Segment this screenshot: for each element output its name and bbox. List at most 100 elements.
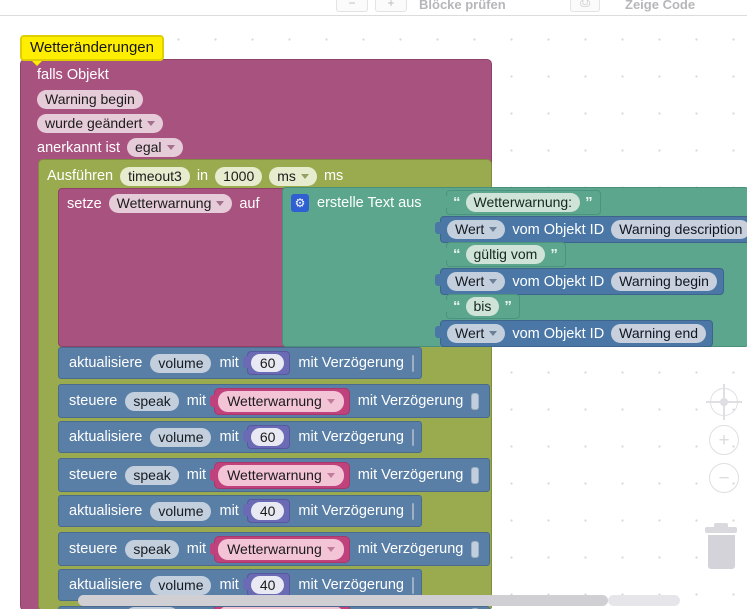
action-delay-checkbox-1[interactable] <box>471 392 479 410</box>
action-row-update-3[interactable]: aktualisiere volume mit 40 mit Verzögeru… <box>58 495 422 527</box>
action-target-1[interactable]: speak <box>125 391 179 411</box>
action-delay-checkbox-6[interactable] <box>412 576 414 594</box>
timeout-unit-value: ms <box>277 167 296 184</box>
action-target-0[interactable]: volume <box>150 353 212 373</box>
chevron-down-icon <box>166 145 175 150</box>
quote-open-icon: “ <box>453 298 461 315</box>
number-block-2[interactable]: 60 <box>242 425 291 449</box>
action-delay-checkbox-5[interactable] <box>471 540 479 558</box>
text-literal-block-1[interactable]: “ Wetterwarnung: ” <box>441 190 601 215</box>
object-value-selector-value-3: Wert <box>455 325 485 341</box>
timeout-name-field[interactable]: timeout3 <box>120 166 190 186</box>
assign-variable-dropdown[interactable]: Wetterwarnung <box>108 194 233 213</box>
quote-close-icon: ” <box>585 194 593 211</box>
action-delay-label-3: mit Verzögerung <box>357 467 464 483</box>
action-value-2[interactable]: 60 <box>250 428 285 446</box>
gear-icon[interactable]: ⚙ <box>291 194 309 212</box>
trigger-object-row[interactable]: Warning begin <box>37 90 143 109</box>
action-verb-3: steuere <box>69 467 118 483</box>
action-with-label-2: mit <box>219 429 239 445</box>
zoom-out-button[interactable]: − <box>709 463 739 493</box>
trigger-label: falls Objekt <box>37 67 109 83</box>
trigger-condition-dropdown[interactable]: wurde geändert <box>37 114 164 133</box>
check-blocks-button[interactable]: Blöcke prüfen <box>415 0 559 12</box>
text-literal-field-1[interactable]: Wetterwarnung: <box>465 193 581 212</box>
action-row-update-1[interactable]: aktualisiere volume mit 60 mit Verzögeru… <box>58 347 422 379</box>
action-variable-dropdown-5[interactable]: Wetterwarnung <box>218 538 344 560</box>
variable-block-1[interactable]: Wetterwarnung <box>210 387 350 415</box>
text-literal-field-2[interactable]: gültig vom <box>465 245 546 264</box>
action-target-5[interactable]: speak <box>125 539 179 559</box>
action-verb-2: aktualisiere <box>69 429 143 445</box>
horizontal-scrollbar[interactable] <box>0 592 747 609</box>
action-variable-dropdown-3[interactable]: Wetterwarnung <box>218 464 344 486</box>
object-id-field-1[interactable]: Warning description <box>611 220 747 239</box>
action-target-4[interactable]: volume <box>150 501 212 521</box>
trigger-object-id-field[interactable]: Warning begin <box>37 90 143 109</box>
block-notch <box>242 430 250 442</box>
action-row-control-3[interactable]: steuere speak mit Wetterwarnung mit Verz… <box>58 532 490 566</box>
text-literal-field-3[interactable]: bis <box>465 297 500 316</box>
quote-close-icon: ” <box>550 246 558 263</box>
recenter-button[interactable] <box>706 384 742 420</box>
trigger-ack-label: anerkannt ist <box>37 139 121 156</box>
text-literal-block-2[interactable]: “ gültig vom ” <box>441 242 566 267</box>
timeout-delay-field[interactable]: 1000 <box>215 166 263 186</box>
horizontal-scrollbar-thumb[interactable] <box>78 595 608 606</box>
workspace-controls: + − <box>706 384 742 501</box>
action-with-label-1: mit <box>186 393 207 409</box>
number-block-4[interactable]: 40 <box>242 499 291 523</box>
trash-lid-icon <box>705 523 737 533</box>
blockly-workspace[interactable]: falls Objekt Warning begin wurde geänder… <box>0 15 747 609</box>
object-id-field-3[interactable]: Warning end <box>611 324 707 343</box>
quote-open-icon: “ <box>453 246 461 263</box>
variable-block-5[interactable]: Wetterwarnung <box>210 535 350 563</box>
variable-block-3[interactable]: Wetterwarnung <box>210 461 350 489</box>
trash-button[interactable] <box>705 523 737 569</box>
action-row-control-2[interactable]: steuere speak mit Wetterwarnung mit Verz… <box>58 458 490 492</box>
number-block-0[interactable]: 60 <box>242 351 291 375</box>
action-with-label-4: mit <box>219 503 239 519</box>
zoom-in-button[interactable]: + <box>709 425 739 455</box>
action-row-update-2[interactable]: aktualisiere volume mit 60 mit Verzögeru… <box>58 421 422 453</box>
object-value-label-3: vom Objekt ID <box>512 325 605 342</box>
block-notch <box>435 274 442 286</box>
action-delay-checkbox-3[interactable] <box>471 466 479 484</box>
zoom-out-toolbar-button[interactable]: − <box>336 0 368 12</box>
object-value-block-3[interactable]: Wert vom Objekt ID Warning end <box>435 320 714 347</box>
object-value-selector-2[interactable]: Wert <box>447 272 506 291</box>
chevron-down-icon <box>300 173 309 179</box>
trigger-ack-row[interactable]: anerkannt ist egal <box>37 138 183 157</box>
object-value-block-1[interactable]: Wert vom Objekt ID Warning description <box>435 216 747 243</box>
block-name-tag[interactable]: Wetteränderungen <box>20 35 164 61</box>
zoom-in-toolbar-button[interactable]: + <box>375 0 407 12</box>
timeout-unit-dropdown[interactable]: ms <box>269 166 317 186</box>
chevron-down-icon <box>489 227 498 232</box>
object-value-selector-1[interactable]: Wert <box>447 220 506 239</box>
action-value-0[interactable]: 60 <box>250 354 285 372</box>
chevron-down-icon <box>489 331 498 336</box>
timeout-header: Ausführen timeout3 in 1000 ms ms <box>47 165 343 187</box>
text-literal-block-3[interactable]: “ bis ” <box>441 294 520 319</box>
object-id-field-2[interactable]: Warning begin <box>611 272 717 291</box>
trigger-ack-dropdown[interactable]: egal <box>127 138 183 157</box>
zoom-out-icon: − <box>709 463 739 493</box>
action-delay-checkbox-0[interactable] <box>412 354 414 372</box>
export-icon[interactable]: ⎙ <box>570 0 600 12</box>
show-code-button[interactable]: Zeige Code <box>625 0 745 12</box>
action-delay-checkbox-2[interactable] <box>412 428 414 446</box>
action-target-2[interactable]: volume <box>150 427 212 447</box>
horizontal-scrollbar-track[interactable] <box>608 595 680 606</box>
recenter-icon <box>706 384 742 420</box>
chevron-down-icon <box>326 472 335 478</box>
action-value-4[interactable]: 40 <box>250 502 285 520</box>
action-row-control-1[interactable]: steuere speak mit Wetterwarnung mit Verz… <box>58 384 490 418</box>
object-value-block-2[interactable]: Wert vom Objekt ID Warning begin <box>435 268 724 295</box>
top-toolbar: − + Blöcke prüfen ⎙ Zeige Code <box>0 0 747 16</box>
action-delay-checkbox-4[interactable] <box>412 502 414 520</box>
action-variable-dropdown-1[interactable]: Wetterwarnung <box>218 390 344 412</box>
action-value-1: Wetterwarnung <box>227 392 322 409</box>
trigger-condition-row[interactable]: wurde geändert <box>37 114 164 133</box>
action-target-3[interactable]: speak <box>125 465 179 485</box>
object-value-selector-3[interactable]: Wert <box>447 324 506 343</box>
